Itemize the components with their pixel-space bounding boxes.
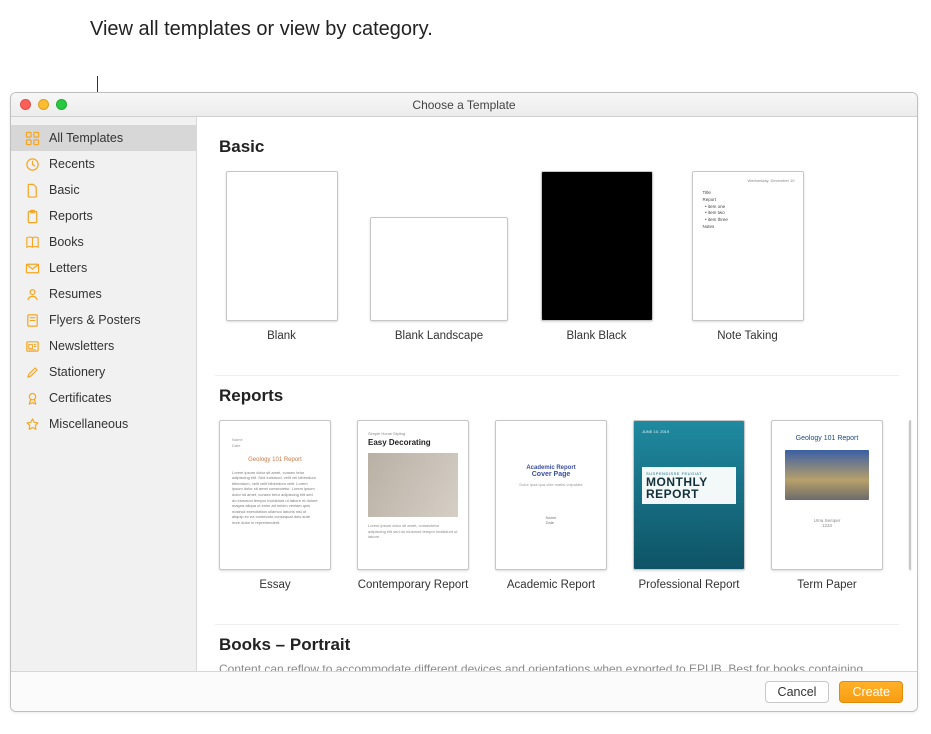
template-label: Blank Black (566, 329, 626, 357)
template-label: Contemporary Report (358, 578, 469, 606)
template-tile-blank-black[interactable]: Blank Black (534, 171, 659, 357)
template-tile-essay[interactable]: NameDate Geology 101 Report Lorem ipsum … (219, 420, 331, 606)
create-button[interactable]: Create (839, 681, 903, 703)
book-icon (25, 235, 40, 250)
template-tile-professional-report[interactable]: JUNE 10, 2019 SUSPENDISSE FEUGIAT MONTHL… (633, 420, 745, 606)
template-thumb: JUNE 10, 2019 SUSPENDISSE FEUGIAT MONTHL… (633, 420, 745, 570)
template-tile-blank[interactable]: Blank (219, 171, 344, 357)
template-label: Professional Report (639, 578, 740, 606)
template-tile-partial[interactable] (909, 420, 911, 570)
template-label: Blank (267, 329, 296, 357)
sidebar-item-label: Resumes (49, 287, 102, 301)
template-label: Blank Landscape (395, 329, 483, 357)
template-label: Term Paper (797, 578, 856, 606)
person-icon (25, 287, 40, 302)
template-tile-note-taking[interactable]: Wednesday, December 10 TitleReport • ite… (685, 171, 810, 357)
section-title-basic: Basic (219, 137, 899, 157)
sidebar-item-all-templates[interactable]: All Templates (11, 125, 196, 151)
reports-row: NameDate Geology 101 Report Lorem ipsum … (215, 416, 899, 625)
basic-row: Blank Blank Landscape Blank Black Wednes… (215, 167, 899, 376)
minimize-window-button[interactable] (38, 99, 49, 110)
template-label: Essay (259, 578, 290, 606)
template-label: Academic Report (507, 578, 595, 606)
pencil-icon (25, 365, 40, 380)
sidebar-item-label: Basic (49, 183, 80, 197)
sidebar-item-label: Letters (49, 261, 87, 275)
category-sidebar: All Templates Recents Basic Reports (11, 117, 197, 671)
sidebar-item-label: Newsletters (49, 339, 114, 353)
template-thumb: Simple Home Styling Easy Decorating Lore… (357, 420, 469, 570)
template-tile-blank-landscape[interactable]: Blank Landscape (370, 171, 508, 357)
callout-text: View all templates or view by category. (90, 16, 433, 43)
poster-icon (25, 313, 40, 328)
dialog-footer: Cancel Create (11, 671, 917, 711)
close-window-button[interactable] (20, 99, 31, 110)
template-content-pane[interactable]: Basic Blank Blank Landscape Blank Black (197, 117, 917, 671)
sidebar-item-recents[interactable]: Recents (11, 151, 196, 177)
template-thumb (226, 171, 338, 321)
sidebar-item-letters[interactable]: Letters (11, 255, 196, 281)
section-description-books: Content can reflow to accommodate differ… (219, 661, 899, 671)
sidebar-item-label: Miscellaneous (49, 417, 128, 431)
section-title-books-portrait: Books – Portrait (219, 635, 899, 655)
sidebar-item-certificates[interactable]: Certificates (11, 385, 196, 411)
news-icon (25, 339, 40, 354)
doc-icon (25, 183, 40, 198)
sidebar-item-label: Recents (49, 157, 95, 171)
template-label: Note Taking (717, 329, 778, 357)
cancel-button[interactable]: Cancel (765, 681, 830, 703)
template-thumb (370, 217, 508, 321)
sidebar-item-miscellaneous[interactable]: Miscellaneous (11, 411, 196, 437)
sidebar-item-books[interactable]: Books (11, 229, 196, 255)
template-tile-term-paper[interactable]: Geology 101 Report Urna Semper1234 Term … (771, 420, 883, 606)
window-title: Choose a Template (11, 98, 917, 112)
sidebar-item-flyers-posters[interactable]: Flyers & Posters (11, 307, 196, 333)
template-chooser-window: Choose a Template All Templates Recents (10, 92, 918, 712)
sidebar-item-label: Books (49, 235, 84, 249)
template-thumb: NameDate Geology 101 Report Lorem ipsum … (219, 420, 331, 570)
clock-icon (25, 157, 40, 172)
star-icon (25, 417, 40, 432)
clipboard-icon (25, 209, 40, 224)
template-tile-contemporary-report[interactable]: Simple Home Styling Easy Decorating Lore… (357, 420, 469, 606)
sidebar-item-label: All Templates (49, 131, 123, 145)
ribbon-icon (25, 391, 40, 406)
sidebar-item-label: Reports (49, 209, 93, 223)
envelope-icon (25, 261, 40, 276)
sidebar-item-resumes[interactable]: Resumes (11, 281, 196, 307)
sidebar-item-label: Stationery (49, 365, 105, 379)
sidebar-item-label: Flyers & Posters (49, 313, 141, 327)
sidebar-item-basic[interactable]: Basic (11, 177, 196, 203)
sidebar-item-reports[interactable]: Reports (11, 203, 196, 229)
template-thumb: Geology 101 Report Urna Semper1234 (771, 420, 883, 570)
sidebar-item-stationery[interactable]: Stationery (11, 359, 196, 385)
sidebar-item-label: Certificates (49, 391, 112, 405)
titlebar: Choose a Template (11, 93, 917, 117)
template-tile-academic-report[interactable]: Academic Report Cover Page Dolor ipsa qu… (495, 420, 607, 606)
section-title-reports: Reports (219, 386, 899, 406)
window-controls (20, 99, 67, 110)
template-thumb: Wednesday, December 10 TitleReport • ite… (692, 171, 804, 321)
template-thumb (541, 171, 653, 321)
template-thumb: Academic Report Cover Page Dolor ipsa qu… (495, 420, 607, 570)
grid-icon (25, 131, 40, 146)
sidebar-item-newsletters[interactable]: Newsletters (11, 333, 196, 359)
zoom-window-button[interactable] (56, 99, 67, 110)
